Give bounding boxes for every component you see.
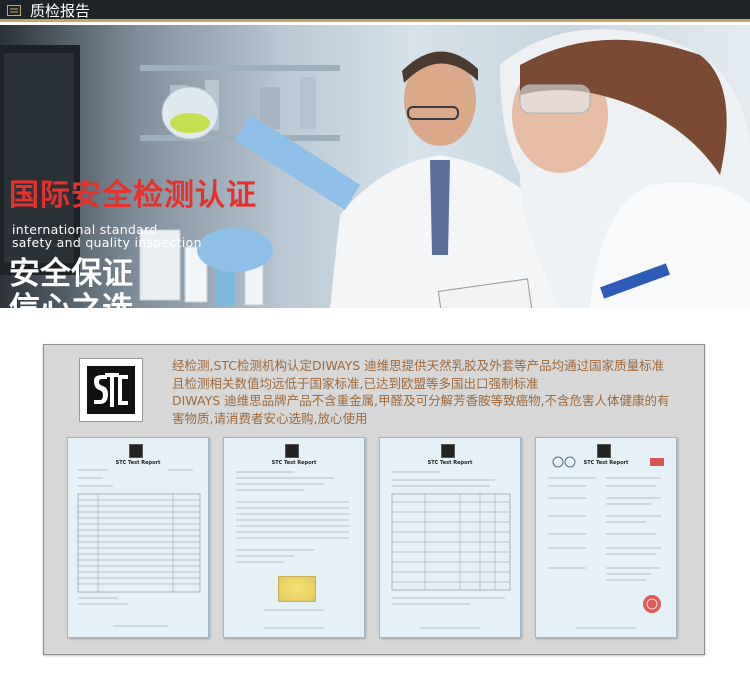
hero-subtitle-line2: safety and quality inspection — [12, 235, 202, 250]
certification-description: 经检测,STC检测机构认定DIWAYS 迪维思提供天然乳胶及外套等产品均通过国家… — [172, 357, 702, 427]
report-body-lines — [391, 471, 511, 629]
test-report-3[interactable]: STC Test Report — [379, 437, 521, 638]
sample-photo — [278, 576, 316, 602]
hero-banner: 国际安全检测认证 international standard safety a… — [0, 25, 750, 308]
description-line: 且检测相关数值均远低于国家标准,已达到欧盟等多国出口强制标准 — [172, 375, 539, 391]
hero-slogan-line1: 安全保证 — [9, 256, 133, 292]
section-title: 质检报告 — [30, 2, 91, 20]
report-body-lines — [548, 456, 664, 629]
stc-logo — [79, 358, 143, 422]
certification-panel: 经检测,STC检测机构认定DIWAYS 迪维思提供天然乳胶及外套等产品均通过国家… — [43, 344, 705, 655]
section-header-bar: 质检报告 — [0, 0, 750, 22]
report-body-lines — [236, 471, 349, 629]
test-report-1[interactable]: STC Test Report — [67, 437, 209, 638]
hero-slogan-line2: 信心之选 — [9, 292, 133, 308]
test-report-4[interactable]: STC Test Report — [535, 437, 677, 638]
description-line: DIWAYS 迪维思品牌产品不含重金属,甲醛及可分解芳香胺等致癌物,不含危害人体… — [172, 393, 670, 408]
test-report-2[interactable]: STC Test Report — [223, 437, 365, 638]
description-line: 害物质,请消费者安心选购,放心使用 — [172, 410, 368, 426]
description-line: 经检测,STC检测机构认定DIWAYS 迪维思提供天然乳胶及外套等产品均通过国家… — [172, 358, 665, 373]
report-body-lines — [77, 469, 201, 627]
hero-title: 国际安全检测认证 — [9, 178, 257, 213]
document-icon — [7, 5, 21, 16]
